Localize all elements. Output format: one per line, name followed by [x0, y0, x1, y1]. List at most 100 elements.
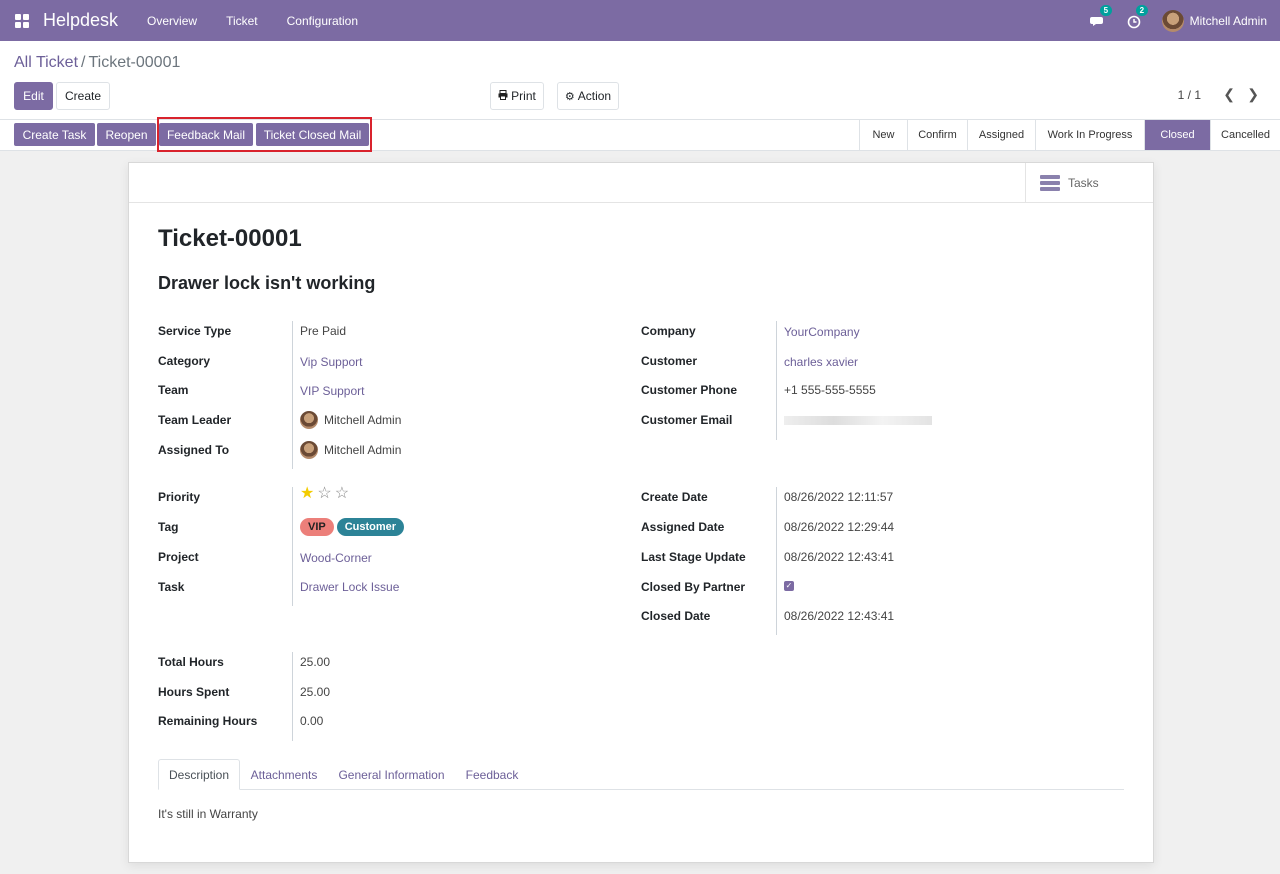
tags-field[interactable]: VIP Customer	[300, 518, 407, 536]
create-date-field[interactable]: 08/26/2022 12:11:57	[784, 490, 893, 504]
stage-cancelled[interactable]: Cancelled	[1210, 120, 1280, 150]
avatar	[300, 441, 318, 459]
stage-assigned[interactable]: Assigned	[967, 120, 1035, 150]
customer-field[interactable]: charles xavier	[784, 355, 858, 369]
description-text: It's still in Warranty	[158, 807, 258, 821]
assigned-date-field[interactable]: 08/26/2022 12:29:44	[784, 520, 894, 534]
customer-email-label: Customer Email	[641, 413, 733, 427]
pager-previous-icon[interactable]: ❮	[1223, 86, 1235, 103]
divider	[776, 321, 777, 440]
star-icon[interactable]: ☆	[335, 486, 349, 502]
task-field[interactable]: Drawer Lock Issue	[300, 580, 399, 594]
breadcrumb-current: Ticket-00001	[88, 54, 181, 71]
service-type-field[interactable]: Pre Paid	[300, 324, 346, 338]
tag-label: Tag	[158, 520, 179, 534]
tasks-smart-button[interactable]: Tasks	[1025, 163, 1153, 203]
pager-next-icon[interactable]: ❯	[1247, 86, 1259, 103]
project-field[interactable]: Wood-Corner	[300, 551, 372, 565]
last-stage-update-field[interactable]: 08/26/2022 12:43:41	[784, 550, 894, 564]
user-name: Mitchell Admin	[1189, 13, 1267, 28]
tab-attachments[interactable]: Attachments	[242, 759, 326, 790]
divider	[776, 487, 777, 635]
team-leader-field[interactable]: Mitchell Admin	[300, 411, 401, 429]
company-field[interactable]: YourCompany	[784, 325, 860, 339]
main-menu: Overview Ticket Configuration	[134, 14, 374, 28]
closed-date-label: Closed Date	[641, 609, 711, 623]
control-panel: All Ticket / Ticket-00001 Edit Create Prin…	[0, 41, 1280, 120]
customer-label: Customer	[641, 354, 698, 368]
hours-spent-field[interactable]: 25.00	[300, 685, 330, 699]
tag-vip: VIP	[300, 518, 334, 536]
tab-feedback[interactable]: Feedback	[456, 759, 528, 790]
remaining-hours-field[interactable]: 0.00	[300, 714, 323, 728]
notebook-tabs: Description Attachments General Informat…	[158, 759, 1124, 790]
action-button[interactable]: ⚙ Action	[557, 82, 619, 110]
star-icon[interactable]: ☆	[317, 486, 331, 502]
messages-icon[interactable]: 5	[1089, 4, 1113, 29]
closed-by-partner-checkbox[interactable]: ✓	[784, 581, 794, 591]
ticket-number: Ticket-00001	[158, 225, 302, 252]
remaining-hours-label: Remaining Hours	[158, 714, 258, 728]
hours-spent-label: Hours Spent	[158, 685, 230, 699]
category-field[interactable]: Vip Support	[300, 355, 363, 369]
stage-closed[interactable]: Closed	[1144, 120, 1210, 150]
priority-label: Priority	[158, 490, 201, 504]
star-icon[interactable]: ★	[300, 486, 314, 502]
category-label: Category	[158, 354, 211, 368]
edit-button[interactable]: Edit	[14, 82, 53, 110]
customer-email-field[interactable]	[784, 416, 932, 425]
company-label: Company	[641, 324, 696, 338]
ticket-subject: Drawer lock isn't working	[158, 273, 376, 293]
menu-item-overview[interactable]: Overview	[147, 14, 197, 28]
team-leader-label: Team Leader	[158, 413, 232, 427]
user-menu[interactable]: Mitchell Admin	[1161, 9, 1267, 32]
team-field[interactable]: VIP Support	[300, 384, 365, 398]
avatar	[300, 411, 318, 429]
stage-confirm[interactable]: Confirm	[907, 120, 967, 150]
assigned-date-label: Assigned Date	[641, 520, 725, 534]
service-type-label: Service Type	[158, 324, 232, 338]
pager-value[interactable]: 1 / 1	[1178, 88, 1201, 102]
breadcrumb-parent[interactable]: All Ticket	[14, 54, 78, 71]
reopen-button[interactable]: Reopen	[97, 123, 156, 146]
divider	[292, 321, 293, 469]
priority-field[interactable]: ★ ☆ ☆	[300, 486, 352, 502]
stage-pipeline: New Confirm Assigned Work In Progress Cl…	[859, 120, 1280, 150]
team-label: Team	[158, 383, 189, 397]
menu-item-configuration[interactable]: Configuration	[287, 14, 358, 28]
assigned-to-field[interactable]: Mitchell Admin	[300, 441, 401, 459]
stage-new[interactable]: New	[859, 120, 907, 150]
create-button[interactable]: Create	[56, 82, 110, 110]
task-label: Task	[158, 580, 185, 594]
total-hours-field[interactable]: 25.00	[300, 655, 330, 669]
smart-button-box: Tasks	[129, 163, 1153, 203]
tag-customer: Customer	[336, 518, 405, 536]
check-icon: ✓	[784, 581, 794, 591]
highlight-box	[157, 117, 372, 152]
form-sheet: Tasks Ticket-00001 Drawer lock isn't wor…	[128, 162, 1154, 863]
stage-work-in-progress[interactable]: Work In Progress	[1035, 120, 1144, 150]
total-hours-label: Total Hours	[158, 655, 224, 669]
tab-general-information[interactable]: General Information	[329, 759, 454, 790]
app-brand[interactable]: Helpdesk	[43, 10, 118, 31]
customer-phone-field[interactable]: +1 555-555-5555	[784, 383, 876, 397]
redacted-email	[784, 416, 932, 425]
divider	[292, 652, 293, 741]
create-task-button[interactable]: Create Task	[14, 123, 95, 146]
print-icon	[498, 89, 508, 103]
create-date-label: Create Date	[641, 490, 708, 504]
activities-badge: 2	[1135, 4, 1149, 16]
closed-date-field[interactable]: 08/26/2022 12:43:41	[784, 609, 894, 623]
print-button[interactable]: Print	[490, 82, 544, 110]
activity-clock-icon[interactable]: 2	[1126, 4, 1149, 29]
form-statusbar: Create Task Reopen Feedback Mail Ticket …	[0, 117, 1280, 152]
apps-menu-icon[interactable]	[15, 13, 29, 28]
closed-by-partner-label: Closed By Partner	[641, 580, 746, 594]
priority-stars[interactable]: ★ ☆ ☆	[300, 486, 352, 502]
customer-phone-label: Customer Phone	[641, 383, 738, 397]
menu-item-ticket[interactable]: Ticket	[226, 14, 258, 28]
tab-description[interactable]: Description	[158, 759, 240, 790]
avatar	[1161, 9, 1184, 32]
divider	[292, 487, 293, 606]
gear-icon: ⚙	[564, 90, 575, 103]
